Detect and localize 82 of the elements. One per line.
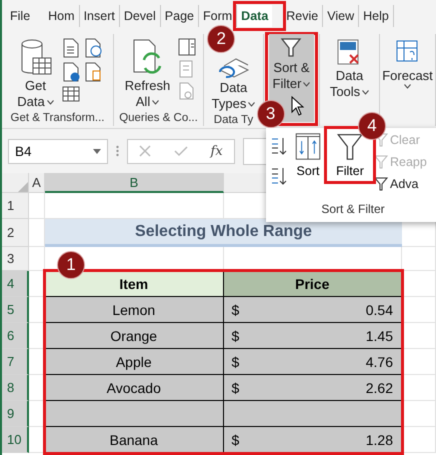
currency-symbol: $ <box>232 354 240 370</box>
group-label: Data Ty <box>212 114 254 126</box>
price-value: 1.28 <box>366 432 393 448</box>
price-value: 2.62 <box>366 380 393 396</box>
price-value: 0.54 <box>366 302 393 318</box>
funnel-gear-icon <box>374 177 388 191</box>
dropdown-arrow-icon <box>93 148 101 154</box>
grid-cell <box>402 271 436 297</box>
sort-dialog-icon <box>294 132 322 161</box>
database-document-icon <box>84 62 102 82</box>
sort-ascending-icon[interactable] <box>270 136 288 156</box>
mouse-pointer-icon <box>290 96 304 116</box>
grid-cell <box>29 193 45 219</box>
group-label: Queries & Co... <box>118 112 199 126</box>
row-header[interactable]: 6 <box>2 323 29 349</box>
sheet-title: Selecting Whole Range <box>45 219 402 247</box>
grid-cell <box>402 349 436 375</box>
funnel-icon <box>374 155 388 169</box>
row-header[interactable]: 8 <box>2 375 29 401</box>
insert-function-button[interactable]: fx <box>210 144 223 158</box>
advanced-button[interactable]: Adva <box>374 174 427 194</box>
callout-badge: 1 <box>57 251 85 279</box>
row-header[interactable]: 1 <box>2 193 29 219</box>
row-header[interactable]: 4 <box>2 271 29 297</box>
ribbon-button[interactable]: Get Data <box>13 36 58 112</box>
table-cell: Orange <box>45 323 224 349</box>
table-cell: Apple <box>45 349 224 375</box>
clock-document-icon <box>84 38 102 58</box>
row-header[interactable]: 3 <box>2 247 29 271</box>
grid-cell <box>402 323 436 349</box>
column-header[interactable]: B <box>45 173 224 193</box>
grid-cell <box>402 247 436 271</box>
table-cell: Avocado <box>45 375 224 401</box>
cancel-icon <box>139 145 152 157</box>
group-label: Get & Transform... <box>10 112 106 126</box>
column-heading: Item <box>45 271 224 297</box>
ribbon-tab[interactable]: Page <box>160 5 199 27</box>
grid-cell <box>402 375 436 401</box>
link-document-icon <box>178 82 196 100</box>
grid-cell <box>402 401 436 427</box>
ribbon-tab[interactable]: View <box>323 5 360 27</box>
price-value: 1.45 <box>366 328 393 344</box>
ribbon-tab[interactable]: Help <box>359 5 394 27</box>
ribbon-tab[interactable]: Revie <box>282 5 324 27</box>
currency-symbol: $ <box>232 328 240 344</box>
check-icon <box>174 145 188 157</box>
table-icon <box>62 86 80 102</box>
ribbon-tab[interactable]: Hom <box>44 5 80 27</box>
sort-button[interactable]: Sort <box>290 130 326 180</box>
ribbon-tab[interactable]: Insert <box>80 5 120 27</box>
properties-icon <box>178 38 196 56</box>
price-value: 4.76 <box>366 354 393 370</box>
sort-descending-icon[interactable] <box>270 166 288 186</box>
ribbon-tab[interactable]: Data <box>237 5 272 27</box>
grip-icon <box>116 145 119 157</box>
currency-symbol: $ <box>232 302 240 318</box>
row-header[interactable]: 2 <box>2 219 29 247</box>
grid-cell <box>402 427 436 453</box>
table-cell: Banana <box>45 427 224 453</box>
ribbon-button[interactable]: Forecast <box>378 36 436 91</box>
callout-badge: 2 <box>207 25 236 53</box>
group-label: Sort & Filter <box>320 202 386 218</box>
table-cell: Lemon <box>45 297 224 323</box>
row-header[interactable]: 9 <box>2 401 29 427</box>
web-document-icon <box>62 62 80 82</box>
column-heading: Price <box>224 271 402 297</box>
currency-symbol: $ <box>232 380 240 396</box>
ribbon-tab[interactable]: Devel <box>120 5 161 27</box>
row-header[interactable]: 7 <box>2 349 29 375</box>
ribbon-button[interactable]: Refresh All <box>120 36 174 112</box>
callout-badge: 3 <box>256 100 285 128</box>
column-header[interactable]: A <box>29 173 45 193</box>
ribbon-button[interactable]: Data Types <box>208 54 260 114</box>
row-header[interactable]: 10 <box>2 427 29 453</box>
grid-cell <box>29 247 45 271</box>
document-icon <box>62 38 80 58</box>
name-box[interactable]: B4 <box>8 138 108 164</box>
ribbon-tab[interactable]: File <box>6 5 34 27</box>
ribbon-button[interactable]: Data Tools <box>326 36 374 102</box>
row-header[interactable]: 5 <box>2 297 29 323</box>
currency-symbol: $ <box>232 432 240 448</box>
grid-cell <box>402 297 436 323</box>
